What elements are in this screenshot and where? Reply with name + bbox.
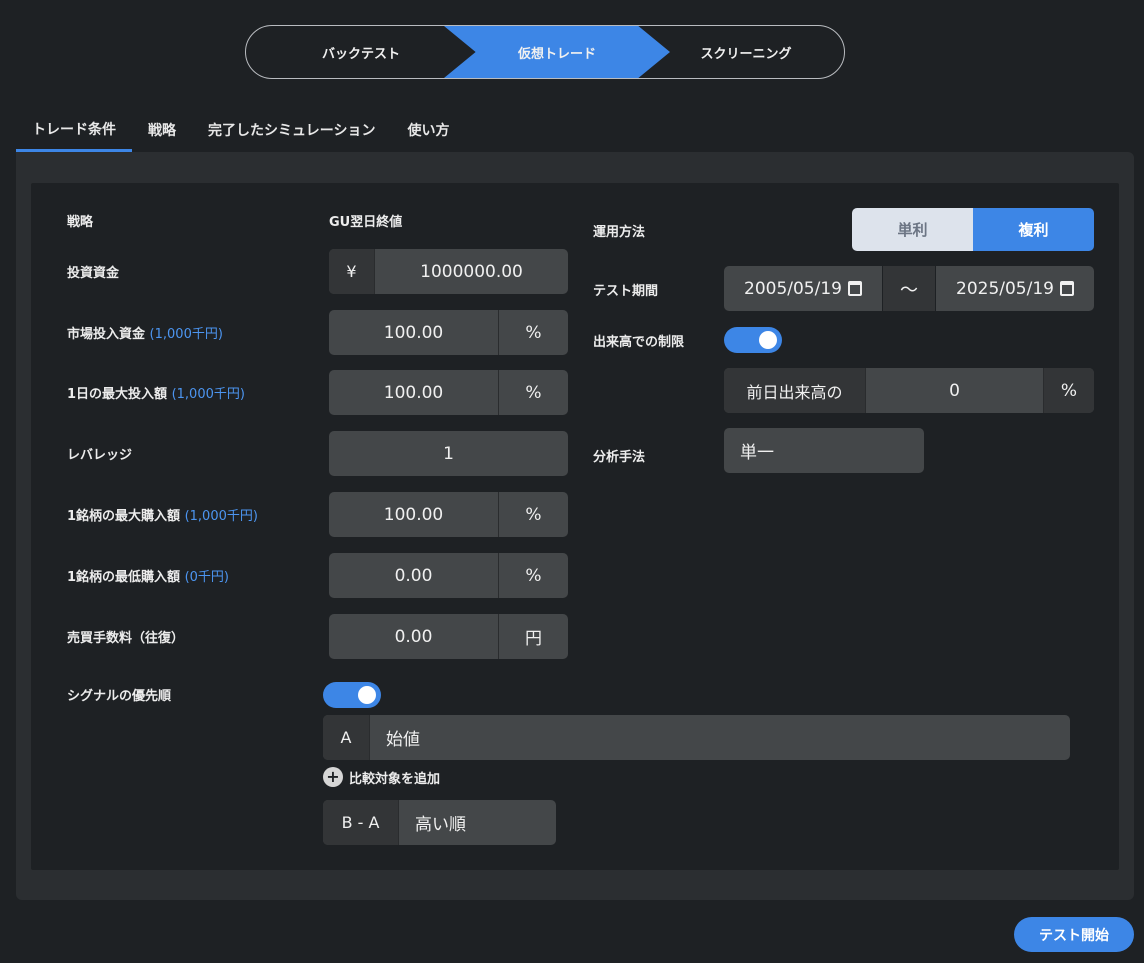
yen-prefix: ¥: [329, 249, 375, 294]
sort-key: B - A: [323, 800, 399, 845]
fee-label: 売買手数料（往復）: [67, 631, 185, 646]
signal-a-select[interactable]: 始値: [370, 715, 1070, 760]
min-buy-label: 1銘柄の最低購入額 (0千円): [67, 570, 229, 585]
min-buy-field[interactable]: 0.00 %: [329, 553, 568, 598]
leverage-input[interactable]: 1: [329, 431, 568, 476]
tab-strategy[interactable]: 戦略: [132, 108, 192, 152]
calendar-icon[interactable]: [847, 281, 862, 296]
volume-limit-toggle[interactable]: [724, 327, 782, 353]
analysis-method-select[interactable]: 単一: [724, 428, 924, 473]
method-simple-interest[interactable]: 単利: [852, 208, 973, 251]
fee-input[interactable]: 0.00: [329, 614, 498, 659]
max-buy-field[interactable]: 100.00 %: [329, 492, 568, 537]
signal-a-key: A: [323, 715, 370, 760]
market-capital-hint: (1,000千円): [149, 327, 223, 342]
start-test-button[interactable]: テスト開始: [1014, 917, 1134, 952]
period-start-date[interactable]: 2005/05/19: [724, 266, 882, 311]
market-capital-label: 市場投入資金 (1,000千円): [67, 327, 223, 342]
max-buy-label: 1銘柄の最大購入額 (1,000千円): [67, 509, 258, 524]
plus-icon: +: [323, 767, 343, 787]
daily-max-input[interactable]: 100.00: [329, 370, 498, 415]
min-buy-hint: (0千円): [184, 570, 229, 585]
mode-screening[interactable]: スクリーニング: [646, 26, 844, 78]
analysis-method-label: 分析手法: [593, 450, 646, 465]
max-buy-input[interactable]: 100.00: [329, 492, 498, 537]
mode-switch: バックテスト スクリーニング 仮想トレード: [245, 25, 845, 79]
test-period-label: テスト期間: [593, 284, 659, 299]
market-capital-field[interactable]: 100.00 %: [329, 310, 568, 355]
toggle-knob: [358, 686, 376, 704]
method-toggle: 単利 複利: [852, 208, 1094, 251]
percent-unit: %: [498, 492, 568, 537]
yen-unit: 円: [498, 614, 568, 659]
volume-limit-label: 出来高での制限: [593, 335, 685, 350]
tab-completed-simulations[interactable]: 完了したシミュレーション: [192, 108, 391, 152]
period-separator: 〜: [883, 266, 935, 311]
analysis-method-value: 単一: [740, 443, 774, 463]
tab-how-to-use[interactable]: 使い方: [391, 108, 465, 152]
strategy-value: GU翌日終値: [329, 215, 403, 230]
volume-limit-input[interactable]: 0: [866, 368, 1043, 413]
strategy-label: 戦略: [67, 215, 94, 230]
volume-limit-field[interactable]: 前日出来高の 0 %: [724, 368, 1094, 413]
market-capital-input[interactable]: 100.00: [329, 310, 498, 355]
leverage-field[interactable]: 1: [329, 431, 568, 476]
percent-unit: %: [498, 553, 568, 598]
toggle-knob: [759, 331, 777, 349]
signal-priority-label: シグナルの優先順: [67, 689, 172, 704]
leverage-label: レバレッジ: [67, 448, 133, 463]
period-end-date[interactable]: 2025/05/19: [936, 266, 1094, 311]
tab-trade-conditions[interactable]: トレード条件: [16, 108, 132, 152]
tab-bar: トレード条件 戦略 完了したシミュレーション 使い方: [16, 108, 465, 152]
add-compare-button[interactable]: + 比較対象を追加: [323, 767, 440, 787]
sort-order-field[interactable]: B - A 高い順: [323, 800, 556, 845]
add-compare-label: 比較対象を追加: [349, 771, 441, 787]
mode-backtest[interactable]: バックテスト: [246, 26, 476, 78]
daily-max-label: 1日の最大投入額 (1,000千円): [67, 387, 245, 402]
capital-field[interactable]: ¥ 1000000.00: [329, 249, 568, 294]
sort-order-select[interactable]: 高い順: [399, 800, 556, 845]
method-label: 運用方法: [593, 225, 646, 240]
capital-input[interactable]: 1000000.00: [375, 249, 568, 294]
percent-unit: %: [498, 310, 568, 355]
calendar-icon[interactable]: [1059, 281, 1074, 296]
capital-label: 投資資金: [67, 266, 120, 281]
fee-field[interactable]: 0.00 円: [329, 614, 568, 659]
signal-priority-toggle[interactable]: [323, 682, 381, 708]
period-end-value: 2025/05/19: [956, 278, 1054, 299]
percent-unit: %: [1043, 368, 1094, 413]
method-compound-interest[interactable]: 複利: [973, 208, 1094, 251]
signal-a-field[interactable]: A 始値: [323, 715, 1070, 760]
percent-unit: %: [498, 370, 568, 415]
period-start-value: 2005/05/19: [744, 278, 842, 299]
daily-max-field[interactable]: 100.00 %: [329, 370, 568, 415]
min-buy-input[interactable]: 0.00: [329, 553, 498, 598]
volume-prefix: 前日出来高の: [724, 368, 866, 413]
mode-virtual-trade[interactable]: 仮想トレード: [444, 26, 670, 78]
daily-max-hint: (1,000千円): [171, 387, 245, 402]
max-buy-hint: (1,000千円): [184, 509, 258, 524]
